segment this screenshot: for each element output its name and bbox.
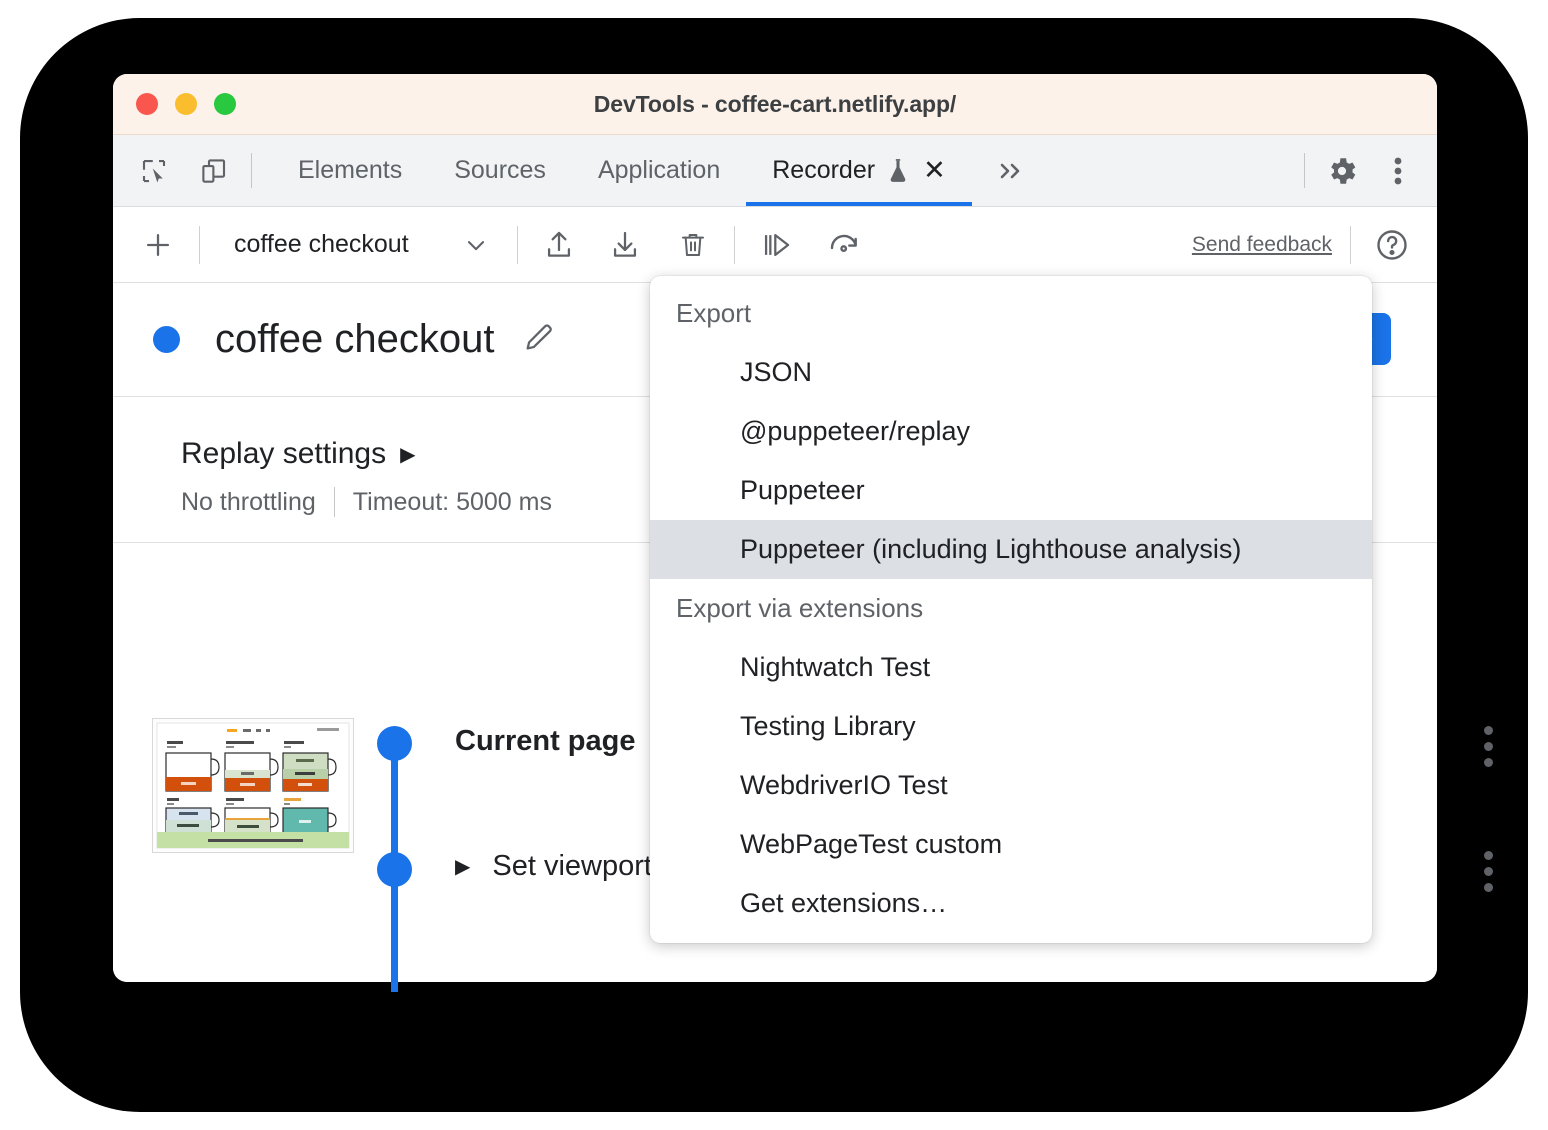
recorder-toolbar: coffee checkout (113, 207, 1437, 283)
download-icon[interactable] (602, 222, 648, 268)
send-feedback-link[interactable]: Send feedback (1192, 233, 1332, 257)
recording-status-dot (153, 326, 180, 353)
device-toolbar-icon[interactable] (197, 154, 231, 188)
menu-item-json[interactable]: JSON (650, 343, 1372, 402)
export-dropdown-menu: Export JSON @puppeteer/replay Puppeteer … (650, 276, 1372, 943)
tab-recorder[interactable]: Recorder ✕ (746, 135, 971, 206)
menu-item-nightwatch-test[interactable]: Nightwatch Test (650, 638, 1372, 697)
toolbar-divider-2 (517, 226, 518, 264)
toolbar-divider-4 (1350, 226, 1351, 264)
step-current-page-label: Current page (455, 725, 635, 757)
devtools-tabstrip: Elements Sources Application Recorder (113, 135, 1437, 207)
timeline-node-set-viewport[interactable] (377, 852, 412, 887)
meta-divider (334, 487, 335, 517)
step-set-viewport[interactable]: ▶ Set viewport (455, 850, 652, 883)
timeline-node-current-page[interactable] (377, 726, 412, 761)
step-options-kebab-icon[interactable] (1484, 726, 1493, 767)
tab-recorder-label: Recorder (772, 156, 875, 185)
add-recording-button[interactable] (135, 222, 181, 268)
screenshot-stage: DevTools - coffee-cart.netlify.app/ (0, 0, 1548, 1130)
menu-item-testing-library[interactable]: Testing Library (650, 697, 1372, 756)
menu-section-extensions-title: Export via extensions (650, 579, 1372, 638)
window-title: DevTools - coffee-cart.netlify.app/ (113, 91, 1437, 118)
menu-section-export-title: Export (650, 284, 1372, 343)
toolbar-divider-3 (734, 226, 735, 264)
tab-sources-label: Sources (454, 156, 546, 185)
menu-item-webdriverio-test[interactable]: WebdriverIO Test (650, 756, 1372, 815)
inspect-element-icon[interactable] (137, 154, 171, 188)
toolbar-divider-1 (199, 226, 200, 264)
tab-application[interactable]: Application (572, 135, 746, 206)
step-replay-icon[interactable] (753, 222, 799, 268)
tabstrip-divider (251, 153, 252, 188)
tabstrip-right-icons (1325, 135, 1437, 206)
kebab-menu-icon[interactable] (1381, 154, 1415, 188)
timeout-value: Timeout: 5000 ms (353, 488, 552, 517)
coffee-cart-preview (153, 719, 353, 852)
recording-selector-label[interactable]: coffee checkout (234, 230, 409, 259)
menu-item-puppeteer[interactable]: Puppeteer (650, 461, 1372, 520)
throttling-value: No throttling (181, 488, 316, 517)
step-set-viewport-label: Set viewport (492, 850, 652, 883)
tabstrip-tabs: Elements Sources Application Recorder (272, 135, 1284, 206)
tab-elements-label: Elements (298, 156, 402, 185)
upload-icon[interactable] (536, 222, 582, 268)
close-icon[interactable]: ✕ (923, 157, 946, 184)
pencil-icon[interactable] (522, 320, 556, 359)
more-tabs-icon[interactable] (972, 135, 1048, 206)
tab-elements[interactable]: Elements (272, 135, 428, 206)
replay-settings-label: Replay settings (181, 437, 386, 471)
flask-icon (887, 158, 909, 184)
tab-sources[interactable]: Sources (428, 135, 572, 206)
chevron-right-icon: ▶ (400, 442, 415, 467)
menu-item-puppeteer-lighthouse[interactable]: Puppeteer (including Lighthouse analysis… (650, 520, 1372, 579)
page-title: coffee checkout (215, 317, 494, 362)
help-icon[interactable] (1369, 222, 1415, 268)
menu-item-get-extensions[interactable]: Get extensions… (650, 874, 1372, 933)
step-current-page[interactable]: Current page (455, 725, 635, 758)
tab-application-label: Application (598, 156, 720, 185)
window-titlebar: DevTools - coffee-cart.netlify.app/ (113, 74, 1437, 135)
menu-item-webpagetest-custom[interactable]: WebPageTest custom (650, 815, 1372, 874)
chevron-right-icon: ▶ (455, 854, 470, 879)
tabstrip-right-divider (1304, 153, 1305, 188)
tabstrip-tool-icons (113, 135, 231, 206)
replay-icon[interactable] (821, 222, 867, 268)
trash-icon[interactable] (670, 222, 716, 268)
page-screenshot-thumbnail (152, 718, 354, 853)
chevron-down-icon[interactable] (453, 222, 499, 268)
gear-icon[interactable] (1325, 154, 1359, 188)
step-options-kebab-icon[interactable] (1484, 851, 1493, 892)
menu-item-puppeteer-replay[interactable]: @puppeteer/replay (650, 402, 1372, 461)
